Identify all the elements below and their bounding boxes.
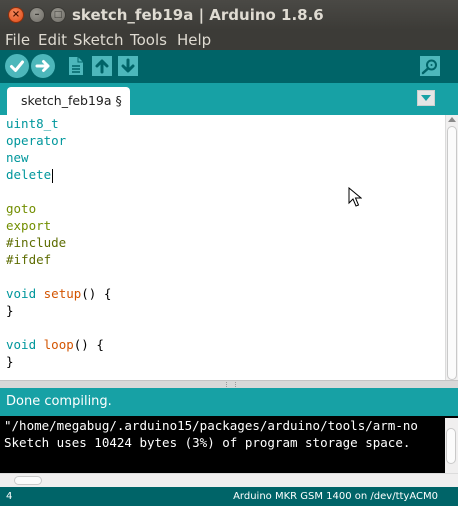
arduino-ide-window: × – □ sketch_feb19a | Arduino 1.8.6 File… (0, 0, 458, 506)
console-line: "/home/megabug/.arduino15/packages/ardui… (4, 418, 418, 433)
toolbar (0, 50, 458, 83)
code-token: operator (6, 133, 67, 148)
code-line: #include (6, 234, 111, 251)
scroll-up-arrow-icon[interactable] (448, 117, 456, 122)
tab-sketch[interactable]: sketch_feb19a § (7, 87, 130, 115)
console-vertical-scrollbar[interactable] (445, 418, 458, 473)
code-token: void (6, 337, 37, 352)
tab-menu-button[interactable] (417, 90, 435, 106)
menu-tools[interactable]: Tools (130, 30, 167, 50)
code-token: uint8_t (6, 116, 59, 131)
console-output[interactable]: "/home/megabug/.arduino15/packages/ardui… (0, 416, 458, 473)
arrow-right-icon (35, 60, 50, 72)
code-token: new (6, 150, 29, 165)
code-token: () { (73, 337, 104, 352)
code-token: #include (6, 235, 67, 250)
code-line: operator (6, 132, 111, 149)
arrow-up-icon (92, 56, 112, 76)
cursor-line-number: 4 (6, 491, 13, 502)
code-line: void setup() { (6, 285, 111, 302)
code-line: uint8_t (6, 115, 111, 132)
code-token: export (6, 218, 52, 233)
tab-strip: sketch_feb19a § (0, 83, 458, 115)
code-token: goto (6, 201, 37, 216)
verify-button[interactable] (5, 54, 29, 78)
magnifier-icon (420, 56, 440, 76)
code-token: #ifdef (6, 252, 52, 267)
footer-bar: 4 Arduino MKR GSM 1400 on /dev/ttyACM0 (0, 487, 458, 506)
code-line: void loop() { (6, 336, 111, 353)
splitter-grip-icon[interactable] (226, 382, 236, 387)
console-hscroll-thumb[interactable] (14, 476, 42, 485)
text-caret (52, 168, 54, 183)
menu-bar: File Edit Sketch Tools Help (0, 30, 458, 50)
code-line: } (6, 302, 111, 319)
minimize-window-button[interactable]: – (29, 7, 45, 23)
upload-button[interactable] (31, 54, 55, 78)
open-sketch-button[interactable] (90, 54, 114, 78)
maximize-window-button[interactable]: □ (50, 7, 66, 23)
maximize-icon: □ (53, 10, 63, 20)
minimize-icon: – (34, 9, 40, 20)
new-sketch-button[interactable] (64, 54, 88, 78)
code-line: #ifdef (6, 251, 111, 268)
code-token: void (6, 286, 37, 301)
close-window-button[interactable]: × (8, 7, 24, 23)
tab-sketch-label: sketch_feb19a § (21, 93, 122, 108)
code-line: goto (6, 200, 111, 217)
code-token: () { (81, 286, 112, 301)
code-line: export (6, 217, 111, 234)
close-icon: × (11, 9, 21, 20)
console-scroll-thumb[interactable] (446, 428, 456, 464)
chevron-down-icon (421, 95, 431, 101)
serial-monitor-button[interactable] (418, 54, 442, 78)
editor-vertical-scrollbar[interactable] (445, 115, 458, 381)
code-line: } (6, 353, 111, 370)
editor-scroll-thumb[interactable] (447, 126, 457, 380)
menu-help[interactable]: Help (177, 30, 211, 50)
console-horizontal-scrollbar[interactable] (0, 473, 458, 487)
pane-splitter[interactable] (0, 380, 458, 388)
mouse-pointer-icon (348, 187, 362, 207)
checkmark-icon (10, 60, 24, 72)
arrow-down-icon (118, 56, 138, 76)
window-title: sketch_feb19a | Arduino 1.8.6 (72, 6, 324, 24)
code-editor[interactable]: uint8_t operator new delete goto export #incl… (0, 115, 445, 380)
code-lines: uint8_t operator new delete goto export #incl… (6, 115, 111, 370)
menu-sketch[interactable]: Sketch (73, 30, 124, 50)
code-token: setup (43, 286, 82, 301)
code-line: delete (6, 166, 111, 183)
board-port-info: Arduino MKR GSM 1400 on /dev/ttyACM0 (233, 491, 438, 502)
save-sketch-button[interactable] (116, 54, 140, 78)
code-token: } (6, 354, 14, 369)
menu-edit[interactable]: Edit (38, 30, 67, 50)
code-token: } (6, 303, 14, 318)
code-token: delete (6, 167, 52, 182)
console-line: Sketch uses 10424 bytes (3%) of program … (4, 435, 411, 450)
status-message: Done compiling. (6, 394, 112, 409)
new-file-icon (69, 57, 83, 75)
code-line: new (6, 149, 111, 166)
title-bar: × – □ sketch_feb19a | Arduino 1.8.6 (0, 0, 458, 30)
status-bar: Done compiling. (0, 388, 458, 416)
code-token: loop (43, 337, 74, 352)
menu-file[interactable]: File (5, 30, 30, 50)
